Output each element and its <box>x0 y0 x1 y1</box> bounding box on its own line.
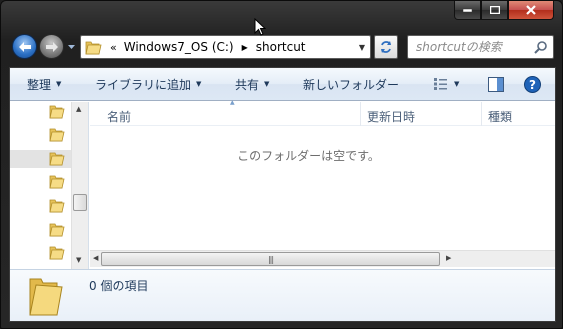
address-bar[interactable]: « Windows7_OS (C:) ▶ shortcut ▼ <box>80 35 371 59</box>
navigation-pane: ▲ ▼ <box>10 102 89 269</box>
command-bar: 整理 ▼ ライブラリに追加 ▼ 共有 ▼ 新しいフォルダー ▼ ? <box>10 68 555 101</box>
chevron-down-icon: ▼ <box>56 80 62 88</box>
breadcrumb-current-folder[interactable]: shortcut <box>256 40 306 54</box>
explorer-window: « Windows7_OS (C:) ▶ shortcut ▼ shortcut… <box>0 0 563 329</box>
maximize-icon <box>489 6 500 14</box>
recent-pages-dropdown-icon[interactable] <box>67 42 76 51</box>
back-arrow-icon <box>18 41 31 52</box>
navigation-bar: « Windows7_OS (C:) ▶ shortcut ▼ <box>1 31 562 63</box>
sort-indicator-icon: ▲ <box>230 99 235 106</box>
svg-text:?: ? <box>529 78 536 92</box>
file-list-pane: ▲ 名前 更新日時 種類 このフォルダーは空です。 ◀ ||| ▶ <box>90 99 555 269</box>
maximize-button[interactable] <box>481 1 508 20</box>
column-headers: ▲ 名前 更新日時 種類 <box>90 99 555 126</box>
search-box[interactable] <box>407 35 554 59</box>
add-to-library-label: ライブラリに追加 <box>95 77 192 92</box>
add-to-library-menu[interactable]: ライブラリに追加 ▼ <box>95 68 201 101</box>
folder-icon[interactable] <box>49 223 65 237</box>
preview-pane-icon <box>488 76 504 92</box>
folder-icon <box>85 41 102 55</box>
details-pane: 0 個の項目 <box>10 269 555 321</box>
back-button[interactable] <box>12 34 37 59</box>
refresh-button[interactable] <box>374 35 398 59</box>
folder-icon <box>29 278 63 316</box>
close-icon <box>526 5 536 15</box>
column-header-name[interactable]: 名前 <box>107 108 131 125</box>
folder-icon[interactable] <box>49 246 65 260</box>
minimize-icon <box>463 8 472 12</box>
new-folder-button[interactable]: 新しいフォルダー <box>303 68 399 101</box>
column-header-type[interactable]: 種類 <box>488 108 512 125</box>
forward-arrow-icon <box>45 41 58 52</box>
item-count: 0 個の項目 <box>89 279 149 293</box>
column-header-date-modified[interactable]: 更新日時 <box>367 108 415 125</box>
navigation-scrollbar[interactable]: ▲ ▼ <box>71 102 88 269</box>
forward-button[interactable] <box>39 34 64 59</box>
folder-icon[interactable] <box>49 152 65 166</box>
scrollbar-thumb[interactable]: ||| <box>101 252 440 266</box>
column-divider[interactable] <box>481 102 482 126</box>
magnifier-icon[interactable] <box>534 40 548 54</box>
share-menu[interactable]: 共有 ▼ <box>235 68 269 101</box>
folder-icon[interactable] <box>49 105 65 119</box>
breadcrumb-overflow[interactable]: « <box>110 41 117 54</box>
close-button[interactable] <box>508 1 554 20</box>
explorer-client-area: 整理 ▼ ライブラリに追加 ▼ 共有 ▼ 新しいフォルダー ▼ ? ▲ ▼ ▲ … <box>9 67 556 322</box>
address-history-dropdown[interactable]: ▼ <box>354 36 370 58</box>
views-icon <box>434 78 447 90</box>
scroll-down-arrow-icon[interactable]: ▼ <box>76 256 81 264</box>
horizontal-scrollbar[interactable]: ◀ ||| ▶ <box>90 250 555 267</box>
search-input[interactable] <box>416 40 536 54</box>
scroll-left-arrow-icon[interactable]: ◀ <box>93 254 98 262</box>
refresh-icon <box>381 41 391 53</box>
folder-icon[interactable] <box>49 199 65 213</box>
breadcrumb-separator-icon[interactable]: ▶ <box>242 43 248 52</box>
breadcrumb-drive[interactable]: Windows7_OS (C:) <box>124 40 234 54</box>
scroll-up-arrow-icon[interactable]: ▲ <box>76 105 81 113</box>
scroll-right-arrow-icon[interactable]: ▶ <box>446 254 451 262</box>
preview-pane-button[interactable] <box>488 68 504 101</box>
mouse-cursor-icon <box>254 18 266 36</box>
share-label: 共有 <box>235 77 260 92</box>
folder-icon[interactable] <box>49 128 65 142</box>
chevron-down-icon: ▼ <box>264 80 270 88</box>
grip-icon: ||| <box>267 254 274 264</box>
empty-folder-message: このフォルダーは空です。 <box>237 149 380 163</box>
new-folder-label: 新しいフォルダー <box>303 77 400 92</box>
chevron-down-icon: ▼ <box>196 80 202 88</box>
change-view-button[interactable]: ▼ <box>433 68 459 101</box>
organize-label: 整理 <box>27 77 52 92</box>
folder-icon[interactable] <box>49 175 65 189</box>
column-divider[interactable] <box>360 102 361 126</box>
chevron-down-icon: ▼ <box>454 80 460 88</box>
help-icon: ? <box>524 75 541 93</box>
help-button[interactable]: ? <box>524 68 541 101</box>
caption-buttons <box>454 1 554 21</box>
minimize-button[interactable] <box>454 1 481 20</box>
scrollbar-thumb[interactable] <box>73 194 87 211</box>
organize-menu[interactable]: 整理 ▼ <box>27 68 61 101</box>
